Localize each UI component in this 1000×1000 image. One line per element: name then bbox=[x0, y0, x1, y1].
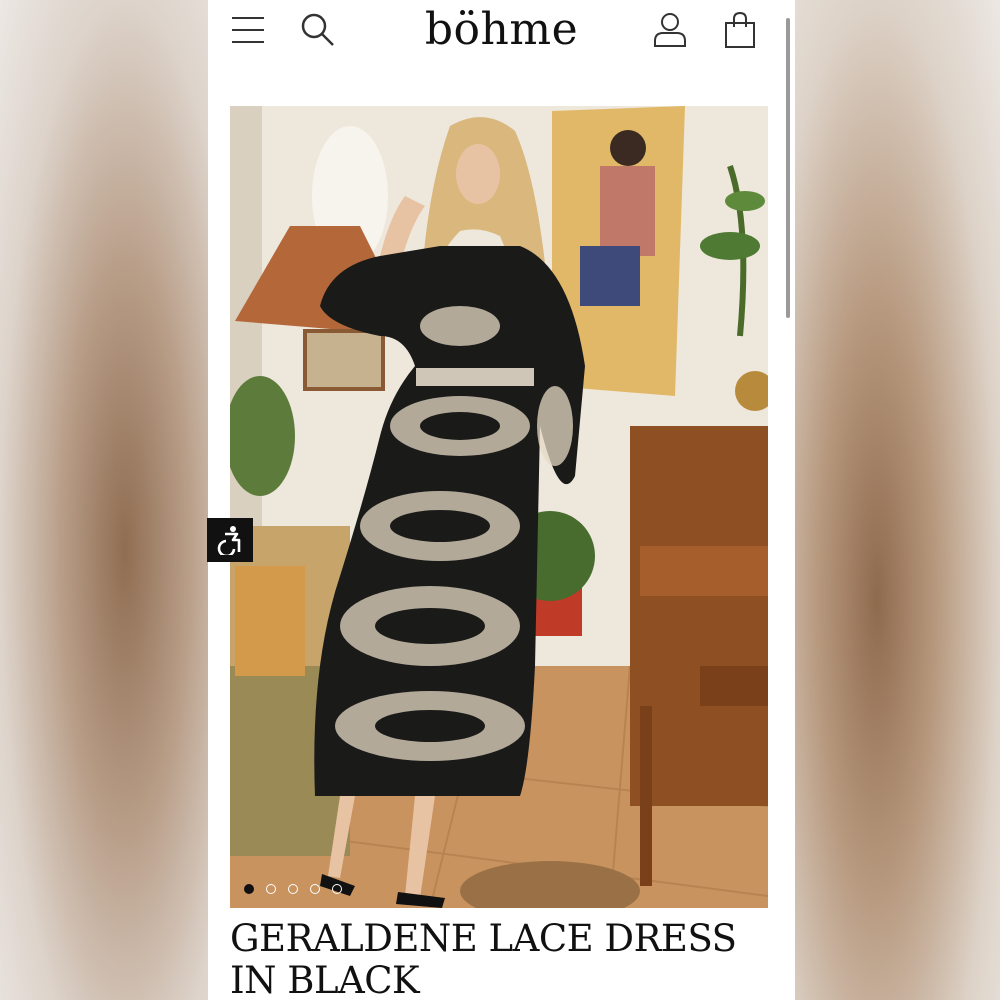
carousel-dot[interactable] bbox=[310, 884, 320, 894]
product-image[interactable] bbox=[230, 106, 768, 908]
background-right bbox=[795, 0, 1000, 1000]
accessibility-button[interactable] bbox=[207, 518, 253, 562]
carousel-dots bbox=[244, 884, 342, 894]
background-left bbox=[0, 0, 208, 1000]
site-header: böhme bbox=[208, 0, 795, 70]
mobile-page: böhme GERALDENE LACE DRESS IN BLACK bbox=[208, 0, 795, 1000]
user-icon[interactable] bbox=[650, 10, 690, 50]
brand-logo[interactable]: böhme bbox=[208, 4, 795, 55]
carousel-dot[interactable] bbox=[266, 884, 276, 894]
scrollbar[interactable] bbox=[786, 18, 790, 318]
carousel-dot[interactable] bbox=[288, 884, 298, 894]
shopping-bag-icon[interactable] bbox=[720, 10, 760, 50]
carousel-dot[interactable] bbox=[244, 884, 254, 894]
product-photo-illustration bbox=[230, 106, 768, 908]
product-title: GERALDENE LACE DRESS IN BLACK bbox=[230, 917, 737, 1000]
accessibility-icon bbox=[217, 526, 241, 555]
carousel-dot[interactable] bbox=[332, 884, 342, 894]
